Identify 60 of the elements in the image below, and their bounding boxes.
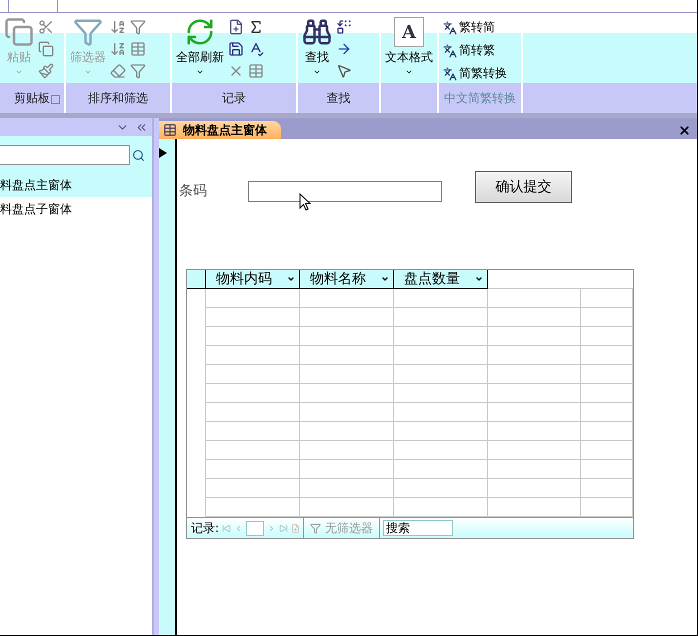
sort-ascending-icon[interactable] — [110, 19, 126, 35]
submit-button[interactable]: 确认提交 — [475, 171, 572, 203]
replace-icon[interactable] — [336, 19, 352, 35]
table-icon[interactable] — [130, 41, 146, 57]
ribbon-tab[interactable] — [8, 0, 58, 12]
filter-icon[interactable] — [130, 63, 146, 79]
scissors-icon[interactable] — [38, 19, 54, 35]
binoculars-icon[interactable] — [302, 17, 332, 47]
ribbon-button[interactable]: A 文本格式 — [385, 17, 433, 83]
group-label: 排序和筛选 — [88, 90, 148, 106]
nav-item[interactable]: 料盘点主窗体 — [0, 173, 152, 197]
save-icon[interactable] — [228, 41, 244, 57]
new-record-icon[interactable] — [228, 19, 244, 35]
cursor-icon — [299, 193, 311, 211]
column-header[interactable]: 物料名称 — [300, 270, 394, 288]
field-label: 条码 — [179, 182, 208, 200]
caret-icon — [287, 275, 295, 283]
arrow-right-icon[interactable] — [336, 41, 352, 57]
input-field[interactable] — [248, 181, 442, 202]
caret-icon — [405, 68, 413, 76]
convert-button[interactable]: 简繁转换 — [443, 65, 507, 82]
eraser-icon[interactable] — [110, 63, 126, 79]
ribbon-button[interactable]: 查找 — [302, 17, 332, 83]
search-field[interactable] — [0, 145, 130, 165]
translate-icon — [443, 20, 457, 34]
caret-icon — [15, 68, 23, 76]
record-label: 记录: — [191, 520, 220, 536]
caret-icon — [475, 275, 483, 283]
document-tab[interactable]: 物料盘点主窗体 — [159, 121, 281, 139]
ribbon-button[interactable]: 全部刷新 — [176, 17, 224, 83]
caret-icon — [381, 275, 389, 283]
funnel-icon — [310, 522, 322, 534]
form-icon — [163, 123, 177, 137]
last-record-icon[interactable] — [279, 524, 288, 532]
copy-icon[interactable] — [38, 41, 54, 57]
group-label: 查找 — [326, 90, 350, 106]
caret-icon — [196, 68, 204, 76]
convert-button[interactable]: 繁转简 — [443, 19, 507, 36]
pointer-icon[interactable] — [336, 63, 352, 79]
first-record-icon[interactable] — [222, 524, 232, 532]
close-icon[interactable] — [678, 124, 691, 137]
refresh-icon[interactable] — [185, 17, 215, 47]
group-label: 中文简繁转换 — [444, 90, 516, 106]
translate-icon — [443, 66, 457, 80]
group-label: 记录 — [222, 90, 246, 106]
search-icon[interactable] — [132, 148, 145, 162]
convert-button[interactable]: 简转繁 — [443, 42, 507, 59]
column-header[interactable]: 盘点数量 — [394, 270, 488, 288]
search-field[interactable]: 搜索 — [383, 520, 454, 536]
caret-icon — [84, 68, 92, 76]
column-header[interactable]: 物料内码 — [206, 270, 300, 288]
dialog-launcher-icon[interactable] — [51, 95, 60, 104]
caret-icon — [313, 68, 321, 76]
translate-icon — [443, 44, 457, 58]
sort-descending-icon[interactable] — [110, 41, 126, 57]
paintbrush-icon[interactable] — [38, 63, 54, 79]
table-icon[interactable] — [248, 63, 264, 79]
group-label: 剪贴板 — [14, 90, 50, 106]
filter-icon[interactable] — [130, 19, 146, 35]
record-number-field[interactable] — [246, 520, 264, 536]
